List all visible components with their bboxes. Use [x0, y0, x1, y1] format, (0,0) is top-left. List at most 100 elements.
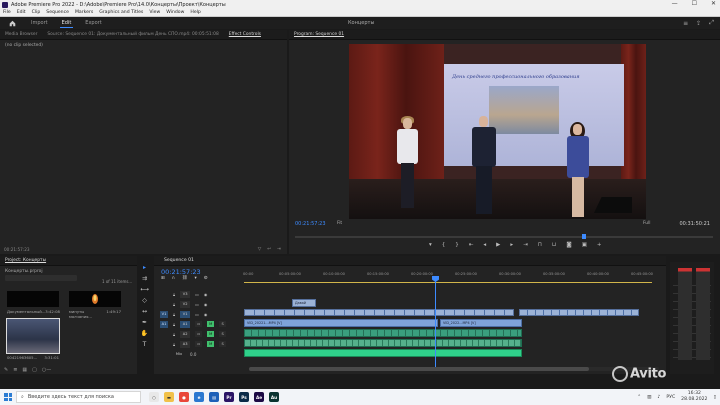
- project-search-input[interactable]: [5, 275, 77, 281]
- go-to-in-icon[interactable]: ⇤: [469, 242, 474, 248]
- track-name[interactable]: Mix: [173, 351, 185, 358]
- project-item[interactable]: минуты молчания... 1:49:17: [69, 291, 121, 319]
- track-name[interactable]: V2: [180, 300, 191, 308]
- track-name[interactable]: V1: [180, 310, 191, 318]
- step-back-icon[interactable]: ◂: [483, 242, 486, 248]
- after-effects-taskbar-icon[interactable]: Ae: [254, 392, 264, 402]
- pen-tool-icon[interactable]: ✒: [142, 319, 147, 326]
- add-marker-icon[interactable]: ▾: [194, 276, 196, 281]
- lock-icon[interactable]: 🔒︎: [173, 322, 175, 327]
- project-item-selected[interactable]: 00421963605... 3:31:01: [6, 318, 60, 360]
- tab-project[interactable]: Project: Концерты: [0, 258, 51, 263]
- selection-tool-icon[interactable]: ▸: [143, 264, 146, 271]
- timeline-scrollbar[interactable]: [249, 367, 659, 371]
- mark-out-icon[interactable]: }: [455, 242, 459, 248]
- video-clip-strip[interactable]: [519, 309, 639, 316]
- track-name[interactable]: A2: [180, 330, 191, 338]
- sync-lock-icon[interactable]: ▭: [195, 302, 199, 307]
- mark-in-icon[interactable]: {: [442, 242, 446, 248]
- store-icon[interactable]: ▤: [209, 392, 219, 402]
- minimize-button[interactable]: —: [672, 0, 678, 7]
- mute-button[interactable]: M: [207, 341, 215, 347]
- lock-icon[interactable]: 🔒︎: [173, 302, 175, 307]
- zoom-select[interactable]: Fit: [337, 221, 342, 226]
- freeform-view-icon[interactable]: ▢: [32, 367, 37, 373]
- volume-icon[interactable]: ♪: [657, 395, 660, 400]
- pencil-icon[interactable]: ✎: [4, 367, 8, 373]
- export-frame-icon[interactable]: ◙: [566, 242, 571, 248]
- start-button[interactable]: [0, 389, 16, 405]
- source-patch[interactable]: [160, 331, 168, 338]
- play-icon[interactable]: ▶: [496, 242, 500, 248]
- tab-edit[interactable]: Edit: [55, 17, 79, 29]
- voiceover-icon[interactable]: ▭: [195, 341, 203, 347]
- comparison-view-icon[interactable]: ▣: [582, 242, 587, 248]
- source-patch[interactable]: [160, 351, 168, 358]
- eye-icon[interactable]: ◉: [204, 312, 208, 317]
- sync-lock-icon[interactable]: ▭: [195, 292, 199, 297]
- resolution-select[interactable]: Full: [643, 221, 651, 226]
- source-patch[interactable]: A1: [160, 320, 168, 328]
- edge-icon[interactable]: e: [194, 392, 204, 402]
- go-to-out-icon[interactable]: ⇥: [523, 242, 528, 248]
- menu-graphics[interactable]: Graphics and Titles: [99, 10, 143, 15]
- audio-clip-a3[interactable]: [244, 349, 522, 357]
- quick-export-icon[interactable]: ⇪: [696, 20, 701, 27]
- track-area[interactable]: Давай VID_20221...MP4 [V] VID_2022...MP4…: [244, 289, 654, 369]
- taskbar-search[interactable]: ⌕ Введите здесь текст для поиска: [16, 391, 141, 403]
- ripple-edit-tool-icon[interactable]: ⟷: [140, 286, 149, 293]
- file-explorer-icon[interactable]: ▬: [164, 392, 174, 402]
- menu-sequence[interactable]: Sequence: [46, 10, 69, 15]
- audition-taskbar-icon[interactable]: Au: [269, 392, 279, 402]
- export-frame-icon[interactable]: ⇥: [277, 247, 281, 252]
- notifications-icon[interactable]: ▯: [713, 395, 716, 400]
- source-timecode[interactable]: 00:21:57:23: [4, 247, 30, 252]
- clock[interactable]: 16:32 28.08.2022: [681, 391, 707, 403]
- step-forward-icon[interactable]: ▸: [510, 242, 513, 248]
- video-clip[interactable]: VID_20221...MP4 [V]: [244, 319, 438, 327]
- list-view-icon[interactable]: ≣: [13, 367, 17, 373]
- lock-icon[interactable]: 🔒︎: [173, 332, 175, 337]
- nest-icon[interactable]: ⊞: [161, 276, 165, 281]
- eye-icon[interactable]: ◉: [204, 292, 208, 297]
- linked-selection-icon[interactable]: ⛓: [182, 276, 188, 281]
- slip-tool-icon[interactable]: ↔: [142, 308, 147, 315]
- audio-clip-a1[interactable]: [244, 329, 522, 337]
- menu-view[interactable]: View: [149, 10, 160, 15]
- filter-icon[interactable]: ▽: [258, 247, 262, 252]
- video-clip[interactable]: VID_2022...MP4 [V]: [440, 319, 522, 327]
- voiceover-icon[interactable]: ▭: [195, 321, 203, 327]
- menu-clip[interactable]: Clip: [32, 10, 41, 15]
- type-tool-icon[interactable]: T: [143, 341, 147, 348]
- language-indicator[interactable]: РУС: [666, 395, 675, 400]
- lock-icon[interactable]: 🔒︎: [173, 342, 175, 347]
- timeline-scroll-thumb[interactable]: [249, 367, 589, 371]
- tab-source[interactable]: Source: Sequence 01: Документальный филь…: [42, 32, 223, 37]
- timeline-settings-icon[interactable]: ⚙: [204, 276, 208, 281]
- chrome-icon[interactable]: ●: [179, 392, 189, 402]
- menu-markers[interactable]: Markers: [75, 10, 93, 15]
- mix-level[interactable]: 0.0: [190, 352, 196, 357]
- program-timecode[interactable]: 00:21:57:23: [295, 221, 326, 227]
- network-icon[interactable]: ▥: [647, 395, 651, 400]
- maximize-button[interactable]: ☐: [692, 0, 697, 7]
- lock-icon[interactable]: 🔒︎: [173, 292, 175, 297]
- work-area-bar[interactable]: [244, 282, 652, 283]
- program-playhead[interactable]: [582, 234, 586, 239]
- tab-export[interactable]: Export: [78, 17, 108, 29]
- program-scrubber[interactable]: [295, 234, 713, 239]
- solo-button[interactable]: S: [219, 331, 227, 337]
- snap-icon[interactable]: ∩: [172, 276, 175, 281]
- loop-icon[interactable]: ↩: [267, 247, 271, 252]
- track-name[interactable]: V3: [180, 290, 191, 298]
- source-patch[interactable]: [160, 291, 168, 298]
- menu-help[interactable]: Help: [190, 10, 200, 15]
- home-icon[interactable]: [0, 17, 24, 29]
- menu-window[interactable]: Window: [166, 10, 184, 15]
- solo-button[interactable]: S: [219, 321, 227, 327]
- extract-icon[interactable]: ⊔: [552, 242, 556, 248]
- source-patch[interactable]: [160, 301, 168, 308]
- time-ruler[interactable]: 00:00 00:05:00:00 00:10:00:00 00:15:00:0…: [243, 272, 663, 282]
- mute-button[interactable]: M: [207, 321, 215, 327]
- project-item[interactable]: Документальный... 3:42:08: [7, 291, 60, 314]
